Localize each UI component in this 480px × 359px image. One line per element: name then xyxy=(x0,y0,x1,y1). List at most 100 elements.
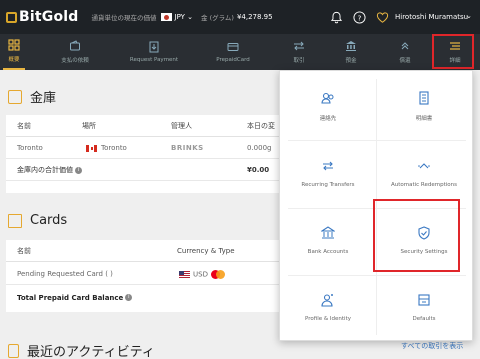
vault-location: Toronto xyxy=(86,144,127,152)
redeem-icon xyxy=(401,42,409,50)
vault-title: 金庫 xyxy=(30,91,57,106)
card-currency: USD xyxy=(179,269,225,279)
menu-item-label: Automatic Redemptions xyxy=(390,182,458,188)
currency-selector[interactable]: JPY ⌄ xyxy=(175,13,194,21)
view-all-transactions-link[interactable]: すべての取引を表示 xyxy=(401,341,463,351)
mastercard-icon xyxy=(210,269,225,279)
card-name: Pending Requested Card ( ) xyxy=(17,270,113,278)
menu-item-statements[interactable]: 明細書 xyxy=(380,91,468,122)
divider xyxy=(288,275,466,276)
currency-label: 通貨単位の現在の価値 xyxy=(91,14,157,22)
bitgold-logo[interactable]: BitGold xyxy=(6,9,79,25)
heart-icon[interactable] xyxy=(376,11,389,24)
security-settings-highlight-box xyxy=(373,199,460,272)
cards-table: 名前 Currency & Type Pending Requested Car… xyxy=(6,240,286,312)
main-nav: 概要 支払の依頼 Request Payment PrepaidCard 取引 … xyxy=(0,34,480,70)
menu-item-label: 明細書 xyxy=(415,116,433,122)
column-header: 本日の変 xyxy=(247,121,275,130)
activity-icon xyxy=(8,343,19,358)
cards-total-row: Total Prepaid Card Balance i xyxy=(6,287,286,308)
nav-request-payment[interactable]: Request Payment xyxy=(124,34,184,70)
statement-icon xyxy=(419,91,429,105)
table-row[interactable]: Pending Requested Card ( ) USD xyxy=(6,264,286,285)
auto-redeem-icon xyxy=(418,163,430,169)
nav-redeem[interactable]: 償還 xyxy=(394,34,416,70)
custodian-logo: BRINKS xyxy=(171,144,204,152)
vault-section-title: 金庫 xyxy=(8,87,56,106)
vault-name: Toronto xyxy=(17,144,43,152)
nav-label: PrepaidCard xyxy=(216,57,250,63)
gold-label: 金 (グラム) xyxy=(201,14,234,22)
user-name[interactable]: Hirotoshi Muramatsu xyxy=(395,13,468,21)
nav-label: 概要 xyxy=(8,57,20,63)
vault-table-header: 名前 場所 管理人 本日の変 xyxy=(6,115,286,137)
menu-item-label: Defaults xyxy=(412,316,436,322)
table-row[interactable]: Toronto Toronto BRINKS 0.000g xyxy=(6,138,286,159)
vault-weight: 0.000g xyxy=(247,144,272,152)
activity-title: 最近のアクティビティ xyxy=(27,345,155,359)
vault-total-value: ¥0.00 xyxy=(247,166,270,174)
column-header: 管理人 xyxy=(171,121,192,130)
top-bar: BitGold 通貨単位の現在の価値 JPY ⌄ 金 (グラム) ¥4,278.… xyxy=(0,0,480,34)
details-highlight-box xyxy=(432,34,474,69)
nav-payment-request[interactable]: 支払の依頼 xyxy=(50,34,100,70)
column-header: 場所 xyxy=(82,121,96,130)
japan-flag-icon xyxy=(160,13,172,21)
menu-item-bank-accounts[interactable]: Bank Accounts xyxy=(284,226,372,255)
profile-icon xyxy=(321,294,333,307)
chevron-down-icon[interactable]: ⌄ xyxy=(466,12,472,20)
brand-name: BitGold xyxy=(19,9,79,25)
grid-icon xyxy=(8,39,20,51)
activity-section-title: 最近のアクティビティ xyxy=(8,341,155,359)
bell-icon[interactable] xyxy=(330,11,343,24)
nav-overview[interactable]: 概要 xyxy=(3,34,25,70)
nav-deposit[interactable]: 預金 xyxy=(340,34,362,70)
contacts-icon xyxy=(321,92,334,104)
defaults-icon xyxy=(418,294,430,306)
nav-prepaid-card[interactable]: PrepaidCard xyxy=(208,34,258,70)
nav-label: 取引 xyxy=(293,58,305,64)
cards-table-header: 名前 Currency & Type xyxy=(6,240,286,262)
transfer-icon xyxy=(294,41,304,51)
request-icon xyxy=(149,41,159,53)
menu-item-contacts[interactable]: 連絡先 xyxy=(284,91,372,122)
cards-total-label: Total Prepaid Card Balance i xyxy=(17,294,133,302)
nav-label: Request Payment xyxy=(129,57,179,63)
us-flag-icon xyxy=(179,270,190,278)
gold-price: ¥4,278.95 xyxy=(236,13,273,21)
nav-label: 償還 xyxy=(399,58,411,64)
vault-total-label: 金庫内の合計価値 i xyxy=(17,165,82,175)
vault-table: 名前 場所 管理人 本日の変 Toronto Toronto BRINKS 0.… xyxy=(6,115,286,193)
bank-icon xyxy=(346,41,356,51)
cards-title: Cards xyxy=(30,213,68,228)
recurring-icon xyxy=(323,161,333,171)
menu-item-label: Profile & Identity xyxy=(305,316,351,322)
vault-icon xyxy=(8,89,22,104)
menu-item-label: Recurring Transfers xyxy=(301,182,355,188)
info-icon[interactable]: i xyxy=(75,166,82,174)
divider xyxy=(288,140,466,141)
bank-account-icon xyxy=(321,226,335,239)
menu-item-profile-identity[interactable]: Profile & Identity xyxy=(284,293,372,322)
wallet-icon xyxy=(70,40,80,51)
nav-transactions[interactable]: 取引 xyxy=(288,34,310,70)
logo-mark-icon xyxy=(6,11,17,23)
nav-label: 預金 xyxy=(345,58,357,64)
currency-value: JPY xyxy=(174,13,185,21)
canada-flag-icon xyxy=(86,144,97,152)
column-header: 名前 xyxy=(17,121,31,130)
menu-item-recurring-transfers[interactable]: Recurring Transfers xyxy=(284,159,372,188)
menu-item-defaults[interactable]: Defaults xyxy=(380,293,468,322)
cards-section-title: Cards xyxy=(8,213,67,228)
column-header: Currency & Type xyxy=(177,246,235,255)
help-icon[interactable]: ? xyxy=(353,11,366,24)
card-icon xyxy=(227,43,239,51)
menu-item-label: Bank Accounts xyxy=(307,249,349,255)
vault-total-row: 金庫内の合計価値 i ¥0.00 xyxy=(6,160,286,181)
nav-label: 支払の依頼 xyxy=(61,58,89,64)
menu-item-label: 連絡先 xyxy=(319,116,337,122)
cards-icon xyxy=(8,213,22,228)
menu-item-automatic-redemptions[interactable]: Automatic Redemptions xyxy=(380,159,468,188)
info-icon[interactable]: i xyxy=(125,294,133,301)
svg-text:?: ? xyxy=(358,13,362,22)
